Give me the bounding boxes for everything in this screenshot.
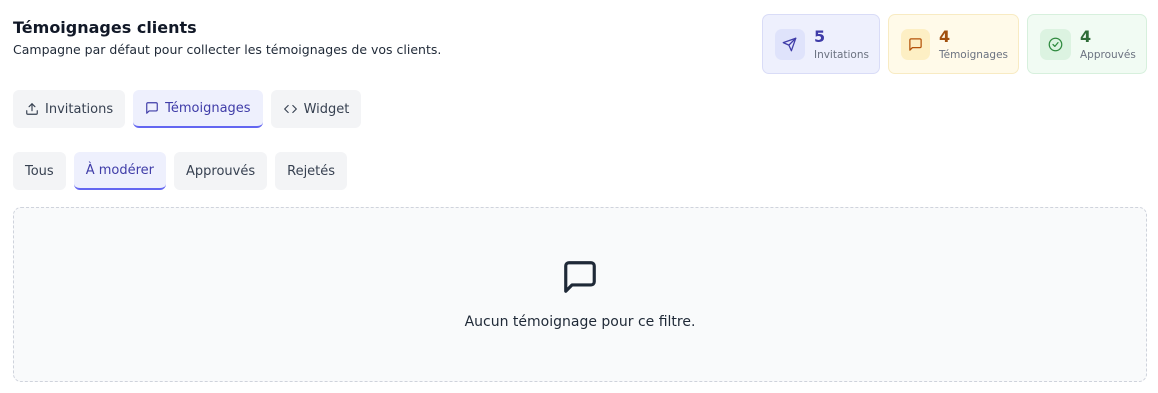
- filter-approuves[interactable]: Approuvés: [174, 152, 268, 190]
- stat-value: 5: [813, 26, 826, 46]
- tab-label: Témoignages: [165, 100, 251, 116]
- status-filters: Tous À modérer Approuvés Rejetés: [13, 152, 348, 190]
- filter-a-moderer[interactable]: À modérer: [73, 152, 166, 190]
- message-square-icon: [901, 28, 930, 60]
- tab-temoignages[interactable]: Témoignages: [133, 90, 263, 128]
- empty-state: Aucun témoignage pour ce filtre.: [13, 207, 1147, 382]
- check-circle-icon: [1040, 28, 1071, 60]
- tab-invitations[interactable]: Invitations: [13, 90, 126, 128]
- message-square-icon: [146, 102, 158, 114]
- stat-card-invitations: 5 Invitations: [762, 14, 880, 74]
- stat-value: 4: [1080, 26, 1092, 46]
- empty-state-message: Aucun témoignage pour ce filtre.: [464, 314, 696, 330]
- tab-label: Widget: [303, 101, 350, 117]
- tab-widget[interactable]: Widget: [270, 90, 362, 128]
- filter-rejetes[interactable]: Rejetés: [275, 152, 348, 190]
- page-title: Témoignages clients: [13, 18, 197, 37]
- stat-label: Approuvés: [1080, 48, 1136, 61]
- filter-tous[interactable]: Tous: [13, 152, 66, 190]
- tab-label: Invitations: [45, 101, 114, 117]
- send-icon: [775, 28, 805, 60]
- message-square-icon: [561, 258, 599, 300]
- stat-label: Invitations: [813, 48, 869, 61]
- stat-label: Témoignages: [938, 48, 1008, 61]
- upload-icon: [26, 103, 38, 115]
- page-subtitle: Campagne par défaut pour collecter les t…: [13, 42, 442, 57]
- page-header: Témoignages clients Campagne par défaut …: [13, 17, 441, 59]
- code-icon: [283, 104, 297, 114]
- stat-value: 4: [938, 26, 951, 46]
- stat-card-temoignages: 4 Témoignages: [888, 14, 1019, 74]
- main-tabs: Invitations Témoignages Widget: [13, 90, 362, 128]
- stat-card-approuves: 4 Approuvés: [1027, 14, 1147, 74]
- stats-cards: 5 Invitations 4 Témoignages 4 Approuvés: [762, 14, 1147, 74]
